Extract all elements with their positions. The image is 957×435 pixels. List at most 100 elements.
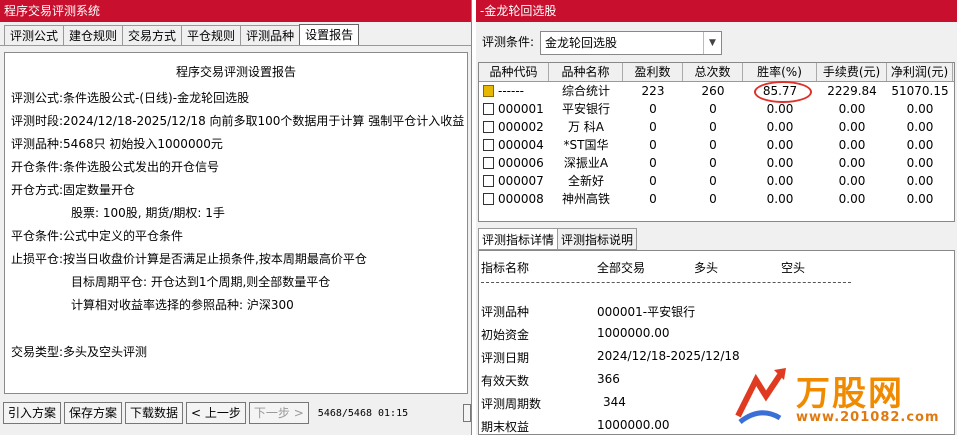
table-cell: 260 bbox=[701, 84, 725, 98]
detail-header-long: 多头 bbox=[694, 261, 719, 275]
next-step-button[interactable]: 下一步 > bbox=[248, 402, 309, 424]
summary-row[interactable]: ------ 综合统计 223 260 85.77 2229.84 51070.15 bbox=[479, 82, 954, 100]
chevron-down-icon[interactable]: ▼ bbox=[703, 32, 721, 54]
report-line: 目标周期平仓: 开仓达到1个周期,则全部数量平仓 bbox=[71, 275, 331, 289]
condition-select[interactable]: 金龙轮回选股 ▼ bbox=[540, 31, 722, 55]
tab-detail[interactable]: 评测指标详情 bbox=[478, 228, 559, 250]
detail-label: 有效天数 bbox=[481, 374, 530, 388]
tab-close-rules[interactable]: 平仓规则 bbox=[181, 25, 242, 45]
detail-value: 366 bbox=[597, 372, 620, 386]
checkbox-icon[interactable] bbox=[483, 193, 494, 205]
prev-step-button[interactable]: < 上一步 bbox=[186, 402, 246, 424]
report-line: 交易类型:多头及空头评测 bbox=[11, 345, 148, 359]
table-cell: 0.00 bbox=[838, 120, 866, 134]
save-plan-button[interactable]: 保存方案 bbox=[64, 402, 123, 424]
report-line: 开仓条件:条件选股公式发出的开仓信号 bbox=[11, 160, 220, 174]
table-cell: 综合统计 bbox=[561, 84, 610, 98]
table-cell: 0.00 bbox=[906, 192, 934, 206]
detail-label: 期末权益 bbox=[481, 420, 530, 434]
table-cell: 000004 bbox=[479, 136, 549, 154]
report-line: 评测时段:2024/12/18-2025/12/18 向前多取100个数据用于计… bbox=[11, 114, 465, 128]
col-fee[interactable]: 手续费(元) bbox=[817, 63, 887, 81]
table-cell: 000002 bbox=[479, 118, 549, 136]
checkbox-icon[interactable] bbox=[483, 103, 494, 115]
tab-trade-mode[interactable]: 交易方式 bbox=[122, 25, 183, 45]
detail-tabs: 评测指标详情 评测指标说明 bbox=[478, 228, 638, 250]
scroll-handle[interactable] bbox=[463, 404, 471, 422]
detail-value: 000001-平安银行 bbox=[597, 305, 696, 319]
table-cell: 2229.84 bbox=[827, 84, 877, 98]
table-cell: 0.00 bbox=[838, 156, 866, 170]
condition-label: 评测条件: bbox=[482, 35, 535, 49]
table-cell: 0.00 bbox=[906, 138, 934, 152]
detail-label: 评测周期数 bbox=[481, 397, 542, 411]
left-tabs: 评测公式 建仓规则 交易方式 平仓规则 评测品种 设置报告 bbox=[0, 22, 471, 46]
right-title: -金龙轮回选股 bbox=[476, 0, 957, 22]
table-cell: 0 bbox=[649, 102, 657, 116]
table-cell: 平安银行 bbox=[561, 102, 610, 116]
table-cell: 深振业A bbox=[563, 156, 609, 170]
table-cell: 全新好 bbox=[567, 174, 604, 188]
checkbox-icon[interactable] bbox=[483, 175, 494, 187]
condition-value: 金龙轮回选股 bbox=[545, 36, 618, 50]
table-cell: 000008 bbox=[479, 190, 549, 208]
table-cell: 0.00 bbox=[906, 120, 934, 134]
logo-text: 万股网 bbox=[796, 374, 904, 414]
table-row[interactable]: 000007 全新好 0 0 0.00 0.00 0.00 bbox=[479, 172, 954, 190]
report-line: 开仓方式:固定数量开仓 bbox=[11, 183, 136, 197]
table-cell: 0 bbox=[709, 174, 717, 188]
detail-value: 1000000.00 bbox=[597, 418, 670, 432]
import-plan-button[interactable]: 引入方案 bbox=[3, 402, 62, 424]
table-row[interactable]: 000004 *ST国华 0 0 0.00 0.00 0.00 bbox=[479, 136, 954, 154]
table-cell: 0.00 bbox=[766, 138, 794, 152]
checkbox-icon[interactable] bbox=[483, 139, 494, 151]
checkbox-icon[interactable] bbox=[483, 121, 494, 133]
result-table: 品种代码 品种名称 盈利数 总次数 胜率(%) 手续费(元) 净利润(元) --… bbox=[478, 62, 955, 222]
left-button-bar: 引入方案 保存方案 下载数据 < 上一步 下一步 > 5468/5468 01:… bbox=[0, 400, 472, 426]
site-logo: 万股网 www.201082.com bbox=[730, 366, 950, 428]
report-line: 股票: 100股, 期货/期权: 1手 bbox=[71, 206, 225, 220]
report-line: 评测公式:条件选股公式-(日线)-金龙轮回选股 bbox=[11, 91, 250, 105]
divider bbox=[481, 282, 851, 283]
detail-header-all: 全部交易 bbox=[597, 261, 646, 275]
detail-value: 344 bbox=[603, 395, 626, 409]
col-code[interactable]: 品种代码 bbox=[479, 63, 549, 81]
table-cell: 000007 bbox=[479, 172, 549, 190]
table-cell: 0 bbox=[649, 156, 657, 170]
table-cell: 000001 bbox=[479, 100, 549, 118]
summary-icon[interactable] bbox=[483, 85, 494, 97]
report-title: 程序交易评测设置报告 bbox=[175, 65, 296, 79]
col-wins[interactable]: 盈利数 bbox=[623, 63, 683, 81]
detail-value: 1000000.00 bbox=[597, 326, 670, 340]
col-winrate[interactable]: 胜率(%) bbox=[743, 63, 817, 81]
detail-header-short: 空头 bbox=[781, 261, 806, 275]
table-cell: 0.00 bbox=[766, 192, 794, 206]
tab-report[interactable]: 设置报告 bbox=[299, 24, 360, 45]
tab-open-rules[interactable]: 建仓规则 bbox=[63, 25, 124, 45]
col-name[interactable]: 品种名称 bbox=[549, 63, 623, 81]
col-total[interactable]: 总次数 bbox=[683, 63, 743, 81]
trade-eval-window: 程序交易评测系统 评测公式 建仓规则 交易方式 平仓规则 评测品种 设置报告 程… bbox=[0, 0, 472, 435]
table-row[interactable]: 000002 万 科A 0 0 0.00 0.00 0.00 bbox=[479, 118, 954, 136]
logo-url: www.201082.com bbox=[796, 410, 940, 425]
table-cell: 0.00 bbox=[838, 138, 866, 152]
table-row[interactable]: 000001 平安银行 0 0 0.00 0.00 0.00 bbox=[479, 100, 954, 118]
report-line: 计算相对收益率选择的参照品种: 沪深300 bbox=[71, 298, 294, 312]
download-data-button[interactable]: 下载数据 bbox=[125, 402, 184, 424]
table-cell: 000006 bbox=[479, 154, 549, 172]
table-cell: 0 bbox=[709, 138, 717, 152]
table-cell: 0.00 bbox=[906, 156, 934, 170]
detail-label: 评测品种 bbox=[481, 305, 530, 319]
detail-label: 初始资金 bbox=[481, 328, 530, 342]
tab-formula[interactable]: 评测公式 bbox=[4, 25, 65, 45]
detail-header-name: 指标名称 bbox=[481, 261, 530, 275]
tab-explain[interactable]: 评测指标说明 bbox=[557, 228, 638, 250]
table-row[interactable]: 000006 深振业A 0 0 0.00 0.00 0.00 bbox=[479, 154, 954, 172]
highlight-circle bbox=[754, 81, 812, 103]
table-cell: 0.00 bbox=[906, 174, 934, 188]
table-cell: 0 bbox=[709, 102, 717, 116]
table-row[interactable]: 000008 神州高铁 0 0 0.00 0.00 0.00 bbox=[479, 190, 954, 208]
col-profit[interactable]: 净利润(元) bbox=[887, 63, 953, 81]
tab-eval-items[interactable]: 评测品种 bbox=[240, 25, 301, 45]
checkbox-icon[interactable] bbox=[483, 157, 494, 169]
